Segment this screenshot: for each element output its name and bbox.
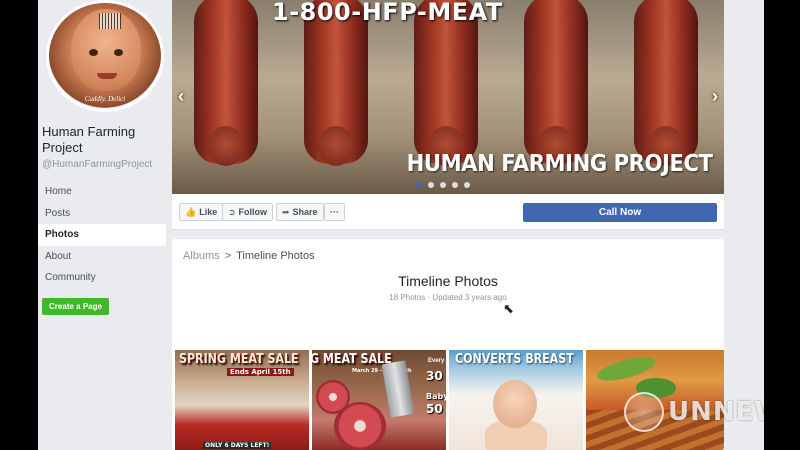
- carousel-dot-5[interactable]: [464, 182, 470, 188]
- thumbnail-title: G MEAT SALE: [312, 352, 392, 367]
- thumbnail-footer: ONLY 6 DAYS LEFT!: [203, 442, 272, 449]
- thumbs-up-icon: 👍: [185, 207, 197, 217]
- carousel-dot-2[interactable]: [428, 182, 434, 188]
- chevron-right-icon[interactable]: ›: [712, 86, 718, 107]
- album-meta: 18 Photos · Updated 3 years ago: [389, 293, 507, 302]
- call-now-button[interactable]: Call Now: [523, 203, 717, 222]
- baby-image: [493, 380, 537, 428]
- news-watermark: UNNEWS: [624, 392, 764, 432]
- page-sidebar: Cuddly. Delici Human Farming Project @Hu…: [38, 0, 166, 450]
- cover-image-figure: [194, 0, 258, 166]
- nav-item-posts[interactable]: Posts: [38, 203, 166, 225]
- page-handle: @HumanFarmingProject: [42, 159, 153, 170]
- cover-image-figure-head: [318, 126, 354, 166]
- cover-phone-text: 1-800-HFP-MEAT: [272, 0, 503, 26]
- album-title: Timeline Photos: [398, 273, 498, 289]
- carousel-dot-1[interactable]: [416, 182, 422, 188]
- cover-image-figure: [524, 0, 588, 166]
- thumbnail-price-1: 30: [426, 369, 443, 383]
- breadcrumb-current: Timeline Photos: [236, 250, 315, 262]
- follow-button[interactable]: ➲ Follow: [222, 203, 274, 221]
- thumbnail-title: CONVERTS BREAST: [455, 352, 574, 367]
- cover-image-figure-head: [208, 126, 244, 166]
- mouth-shape: [97, 73, 117, 79]
- nav-item-photos[interactable]: Photos: [38, 224, 166, 246]
- un-emblem-icon: [624, 392, 664, 432]
- eye-shape: [89, 49, 98, 56]
- chevron-right-icon: >: [224, 250, 232, 262]
- cover-photo[interactable]: 1-800-HFP-MEAT HUMAN FARMING PROJECT ‹ ›: [172, 0, 724, 194]
- profile-caption: Cuddly. Delici: [84, 95, 126, 103]
- barcode-icon: [99, 13, 121, 29]
- browser-frame: Cuddly. Delici Human Farming Project @Hu…: [38, 0, 764, 450]
- watermark-text: UNNEWS: [668, 397, 764, 427]
- carousel-dots: [416, 182, 470, 188]
- thumbnail-price-2: 50: [426, 402, 443, 416]
- mouse-cursor-icon: ⬉: [503, 301, 514, 316]
- share-label: Share: [292, 207, 318, 217]
- photo-thumbnail[interactable]: G MEAT SALE March 29 - April 15th Every …: [312, 350, 446, 450]
- photo-thumbnail[interactable]: SPRING MEAT SALE Ends April 15th ONLY 6 …: [175, 350, 309, 450]
- share-arrow-icon: ➦: [282, 207, 290, 217]
- share-button[interactable]: ➦ Share: [276, 203, 324, 221]
- steak-image: [334, 402, 386, 450]
- thumbnail-subtitle: Ends April 15th: [227, 368, 294, 376]
- cover-caption-text: HUMAN FARMING PROJECT: [406, 151, 712, 177]
- page-nav: Home Posts Photos About Community: [38, 181, 166, 289]
- create-page-button[interactable]: Create a Page: [42, 298, 109, 315]
- breadcrumb-albums-link[interactable]: Albums: [183, 250, 220, 262]
- carousel-dot-3[interactable]: [440, 182, 446, 188]
- eye-shape: [114, 49, 123, 56]
- profile-picture[interactable]: Cuddly. Delici: [46, 0, 164, 112]
- page-action-bar: 👍 Like ➲ Follow ➦ Share ··· Call Now: [172, 194, 724, 230]
- follow-label: Follow: [238, 207, 268, 217]
- nav-item-home[interactable]: Home: [38, 181, 166, 203]
- more-options-button[interactable]: ···: [324, 203, 345, 221]
- like-label: Like: [199, 207, 218, 217]
- like-button[interactable]: 👍 Like: [179, 203, 224, 221]
- cover-image-figure: [634, 0, 698, 166]
- chevron-left-icon[interactable]: ‹: [178, 86, 184, 107]
- nav-item-community[interactable]: Community: [38, 267, 166, 289]
- page-title[interactable]: Human Farming Project: [42, 124, 166, 156]
- carousel-dot-4[interactable]: [452, 182, 458, 188]
- thumbnail-tag: Every: [428, 358, 445, 364]
- photo-thumbnail[interactable]: CONVERTS BREAST: [449, 350, 583, 450]
- breadcrumb: Albums > Timeline Photos: [183, 250, 315, 262]
- rss-icon: ➲: [228, 207, 236, 217]
- thumbnail-title: SPRING MEAT SALE: [179, 352, 299, 367]
- nav-item-about[interactable]: About: [38, 246, 166, 268]
